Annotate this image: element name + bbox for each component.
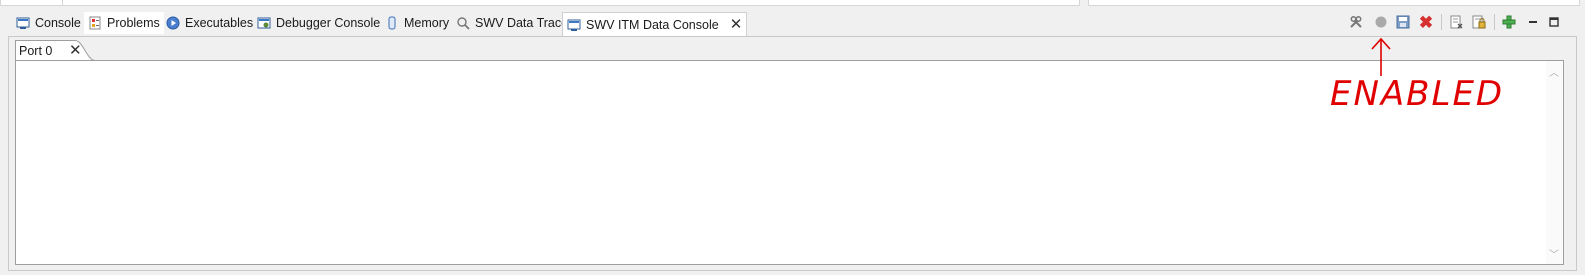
port-tab-label: Port 0 <box>19 44 53 58</box>
tab-debugger-console[interactable]: Debugger Console <box>253 12 384 34</box>
maximize-icon[interactable] <box>1545 13 1563 31</box>
save-icon[interactable] <box>1394 13 1412 31</box>
top-strip-segment <box>0 0 64 6</box>
tab-memory[interactable]: Memory <box>381 12 453 34</box>
scroll-down-icon[interactable]: ﹀ <box>1549 246 1559 261</box>
executables-icon <box>166 16 180 30</box>
add-icon[interactable] <box>1500 13 1518 31</box>
top-strip <box>0 0 1585 7</box>
tab-label: Problems <box>107 16 160 30</box>
top-strip-segment <box>1088 0 1580 6</box>
console-icon <box>16 16 30 30</box>
tab-console[interactable]: Console <box>12 12 85 34</box>
toolbar-separator <box>1494 14 1495 30</box>
close-icon[interactable]: ✕ <box>69 41 82 59</box>
settings-icon[interactable] <box>1347 13 1365 31</box>
tab-executables[interactable]: Executables <box>162 12 257 34</box>
tab-swv-data-trace[interactable]: SWV Data Trace <box>452 12 572 34</box>
port-tab[interactable]: Port 0 ✕ <box>15 40 95 61</box>
scroll-up-icon[interactable]: ︿ <box>1549 64 1559 79</box>
console-icon <box>567 18 581 32</box>
tab-problems[interactable]: Problems <box>84 12 164 34</box>
record-icon[interactable] <box>1372 13 1390 31</box>
clear-icon[interactable] <box>1447 13 1465 31</box>
annotation-text: ENABLED <box>1330 74 1505 114</box>
problems-icon <box>88 16 102 30</box>
view-tab-bar: Console Problems Executables Debugger Co… <box>8 10 1577 36</box>
memory-icon <box>385 16 399 30</box>
remove-icon[interactable]: ✖ <box>1417 13 1435 31</box>
tab-label: SWV Data Trace <box>475 16 569 30</box>
close-icon[interactable]: ✕ <box>730 17 743 32</box>
top-strip-segment <box>62 0 1080 6</box>
debugger-console-icon <box>257 16 271 30</box>
search-icon <box>456 16 470 30</box>
toolbar-separator <box>1441 14 1442 30</box>
tab-label: Executables <box>185 16 254 30</box>
tab-label: SWV ITM Data Console <box>586 17 719 32</box>
tab-label: Console <box>35 16 81 30</box>
lock-icon[interactable] <box>1470 13 1488 31</box>
minimize-icon[interactable] <box>1524 13 1542 31</box>
tab-label: Memory <box>404 16 450 30</box>
tab-label: Debugger Console <box>276 16 381 30</box>
tab-swv-itm-data-console[interactable]: SWV ITM Data Console ✕ <box>562 12 748 36</box>
vertical-scrollbar[interactable]: ︿ ﹀ <box>1546 61 1562 264</box>
